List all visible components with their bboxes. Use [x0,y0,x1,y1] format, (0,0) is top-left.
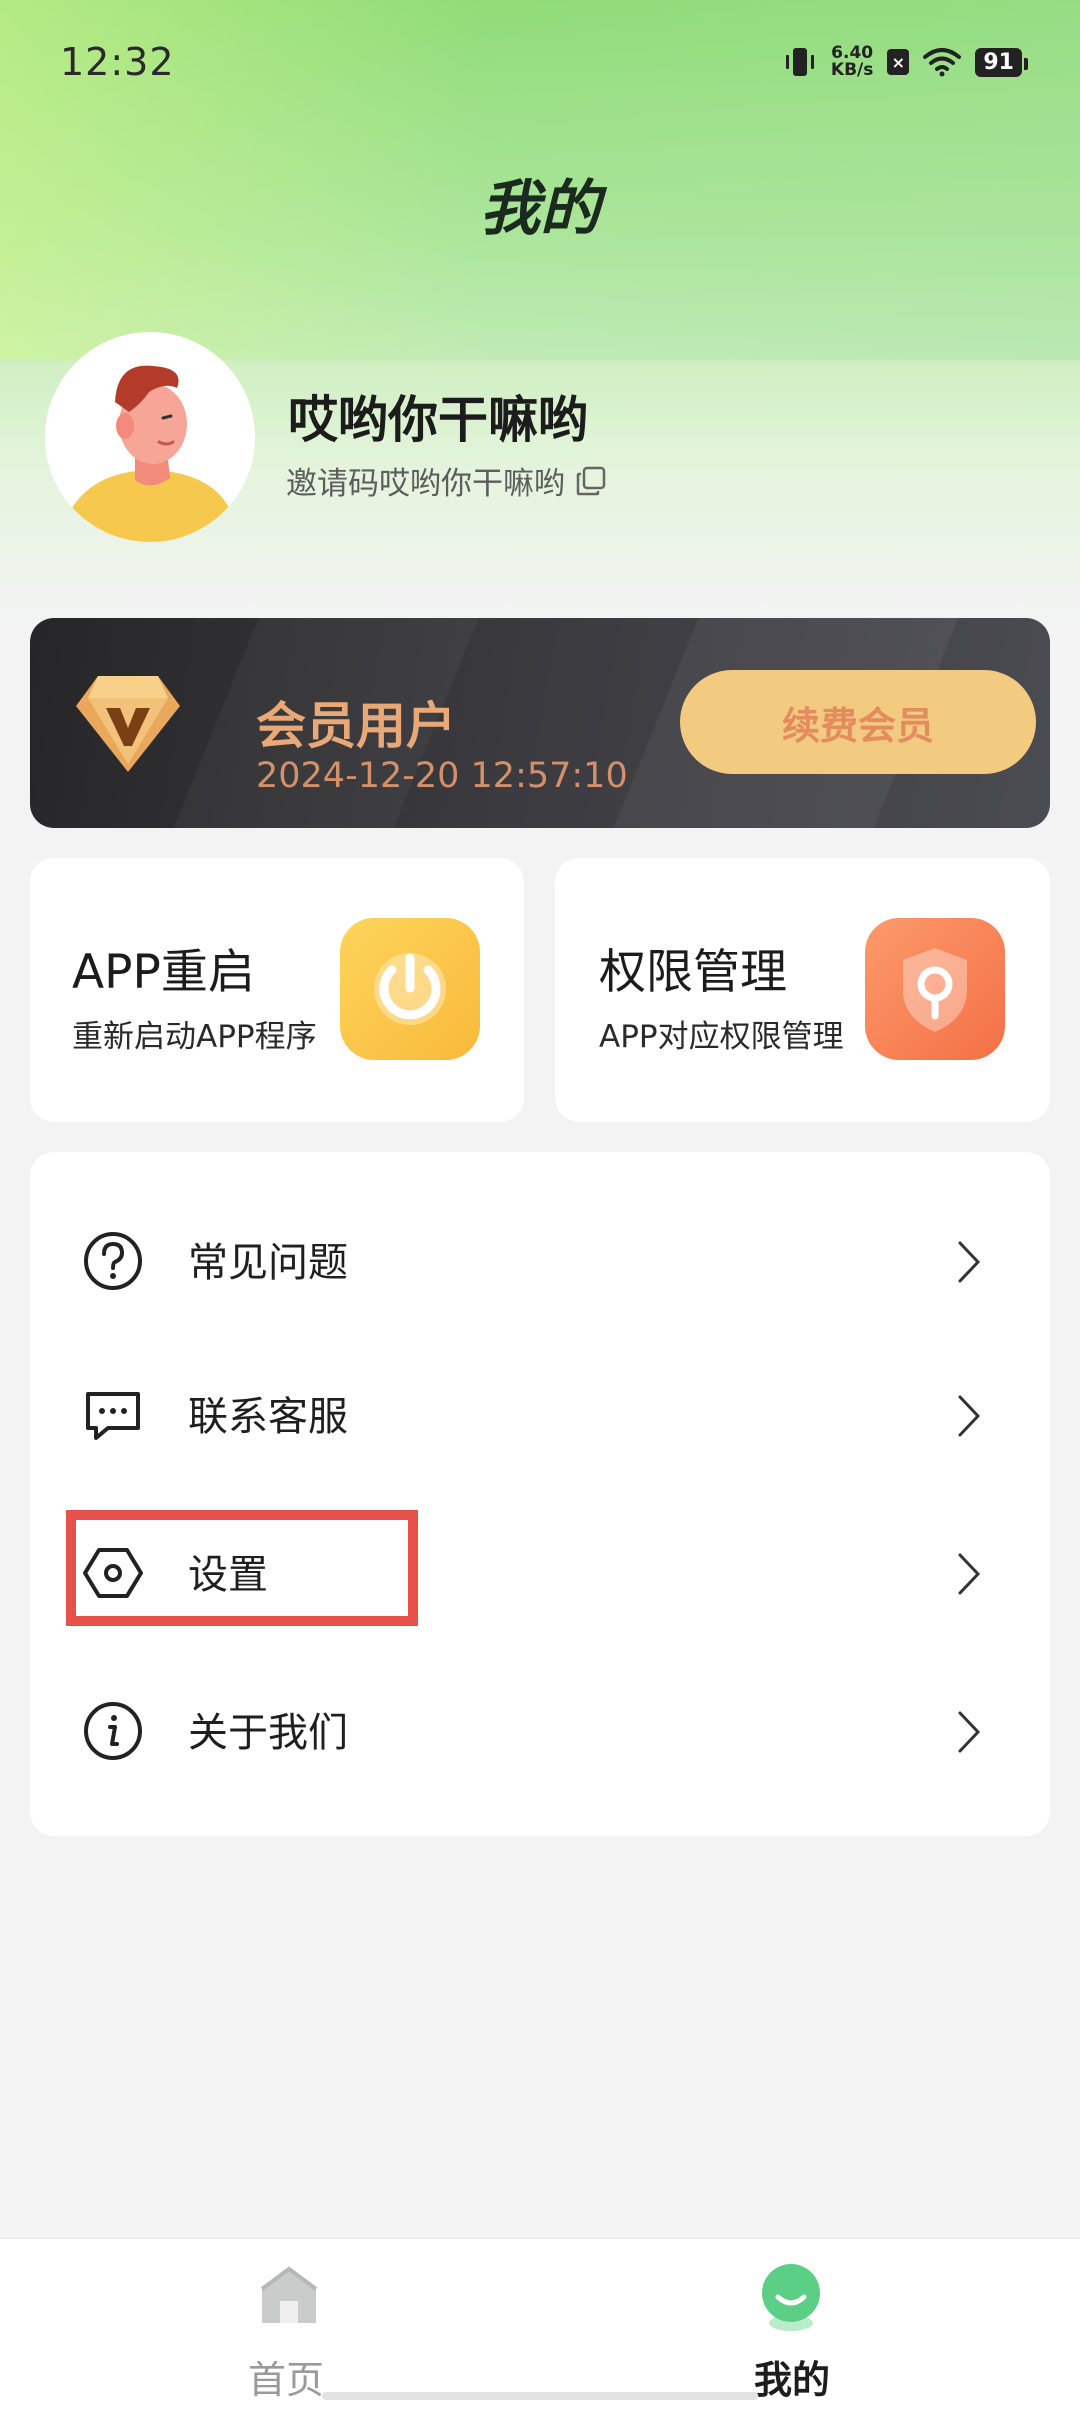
app-restart-title: APP重启 [72,945,255,1000]
app-restart-subtitle: 重新启动APP程序 [72,1019,317,1055]
menu-list: 常见问题 联系客服 设置 关于我们 [30,1152,1050,1836]
menu-item-label: 关于我们 [188,1710,348,1756]
net-speed-unit: KB/s [830,60,874,80]
gesture-bar[interactable] [322,2392,758,2400]
menu-item-label: 常见问题 [188,1240,348,1286]
vip-card: 会员用户 2024-12-20 12:57:10 续费会员 [30,618,1050,828]
sim-off-icon: × [887,49,910,75]
question-circle-icon [84,1232,142,1290]
status-time: 12:32 [60,40,175,84]
settings-highlight-box [66,1510,418,1626]
vibrate-icon [785,48,814,76]
power-icon [340,918,480,1060]
vip-status-title: 会员用户 [256,697,456,755]
menu-item-customer-service[interactable]: 联系客服 [30,1336,1050,1486]
copy-icon[interactable] [575,465,607,497]
menu-item-faq[interactable]: 常见问题 [30,1182,1050,1332]
invite-code-text: 邀请码哎哟你干嘛哟 [286,466,565,502]
info-circle-icon [84,1702,142,1760]
shield-lock-icon [865,918,1005,1060]
permission-subtitle: APP对应权限管理 [599,1019,844,1055]
menu-item-label: 联系客服 [188,1394,348,1440]
invite-code: 邀请码哎哟你干嘛哟 [286,458,607,503]
renew-vip-button[interactable]: 续费会员 [680,670,1036,774]
bottom-tab-bar: 首页 我的 [0,2238,1080,2409]
username: 哎哟你干嘛哟 [288,391,588,449]
battery-indicator: 91 [975,47,1028,77]
status-icons: 6.40 KB/s × 91 [783,40,1028,84]
chevron-right-icon [958,1241,981,1283]
chat-bubble-icon [86,1392,140,1440]
diamond-vip-icon [76,676,180,772]
chevron-right-icon [958,1711,981,1753]
permission-title: 权限管理 [599,945,787,1000]
smile-profile-icon [762,2264,820,2331]
net-speed: 6.40 KB/s [831,45,873,79]
chevron-right-icon [958,1553,981,1595]
page-title: 我的 [480,174,600,244]
avatar-illustration-icon [45,332,255,542]
vip-expire-date: 2024-12-20 12:57:10 [256,756,628,796]
wifi-icon [923,48,962,77]
permission-card[interactable]: 权限管理 APP对应权限管理 [555,858,1050,1122]
menu-item-about[interactable]: 关于我们 [30,1652,1050,1802]
tab-mine[interactable]: 我的 [522,2239,1062,2409]
avatar[interactable] [45,332,255,542]
tab-home[interactable]: 首页 [16,2239,556,2409]
status-bar: 12:32 6.40 KB/s × 91 [0,0,1080,125]
home-icon [260,2266,318,2323]
app-restart-card[interactable]: APP重启 重新启动APP程序 [30,858,524,1122]
chevron-right-icon [958,1395,981,1437]
